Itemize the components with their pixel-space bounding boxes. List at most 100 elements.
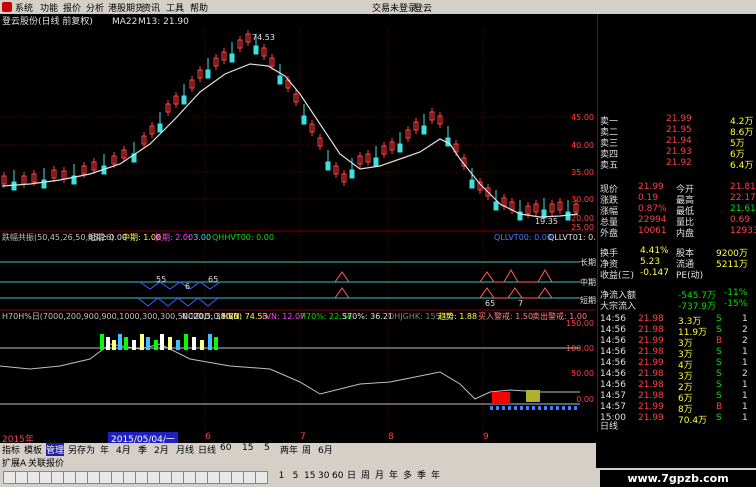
- ind2-signal-dot: [514, 406, 517, 410]
- date-axis-bar: 2015年 2015/05/04/一 6 7 8 9: [0, 432, 596, 445]
- tick-row: 14:57 21.99 8万 B 1: [598, 402, 756, 415]
- ind2-signal-dot: [502, 406, 505, 410]
- flow-percent: -15%: [724, 299, 748, 309]
- period-tab[interactable]: 5: [264, 443, 270, 453]
- tick-flag: B: [716, 336, 723, 346]
- fund-value: 5.23: [640, 257, 661, 267]
- tick-time: 14:57: [600, 402, 626, 412]
- period-tab[interactable]: 周: [302, 443, 311, 456]
- tick-flag: B: [716, 402, 723, 412]
- stat-value: 21.99: [638, 182, 664, 192]
- tick-row: 15:00 21.99 70.4万 S 1: [598, 413, 756, 426]
- toolbar-period-button[interactable]: 季: [416, 471, 427, 482]
- ind2-axis-50: 50.00: [571, 369, 594, 378]
- menu-item-system[interactable]: 系统: [15, 1, 33, 14]
- menu-item-quote[interactable]: 报价: [63, 1, 81, 14]
- period-tab[interactable]: 日线: [198, 443, 216, 456]
- tick-time: 14:56: [600, 325, 626, 335]
- menu-item-hk-futures[interactable]: 港股期货: [108, 1, 144, 14]
- toolbar-period-button[interactable]: 1: [276, 471, 287, 482]
- flow-row: 净流入额 -545.7万 -11%: [598, 288, 756, 301]
- quote-panel: 卖一 21.99 4.2万 卖二 21.95 8.6万 卖三 21.94 5万 卖四 21.93 6万…: [597, 14, 756, 432]
- menu-item-news[interactable]: 资讯: [142, 1, 160, 14]
- toolbar-period-button[interactable]: 60: [332, 471, 343, 482]
- ind2-bar: [184, 334, 188, 350]
- sell-row: 卖四 21.93 6万: [598, 147, 756, 160]
- candlesticks: [1, 30, 579, 221]
- date-month-9: 9: [483, 432, 489, 442]
- tick-count: 1: [742, 402, 748, 412]
- login-link[interactable]: 登云: [414, 1, 432, 14]
- period-tab[interactable]: 年: [100, 443, 109, 456]
- high-annotation: 74.53: [252, 33, 275, 42]
- fund-row: 换手 4.41% 股本 9200万: [598, 246, 756, 259]
- period-tab[interactable]: 60: [220, 443, 231, 453]
- kline-chart-area[interactable]: 登云股份(日线 前复权) MA22 M13: 21.90 45.00 40.00…: [0, 14, 606, 432]
- fund-label: 收益(三): [600, 271, 635, 281]
- ind2-bar: [176, 340, 180, 350]
- period-tab[interactable]: 另存为: [68, 443, 95, 456]
- sell-price: 21.93: [666, 147, 692, 157]
- period-tab[interactable]: 管理: [46, 443, 65, 456]
- flow-label: 大宗流入: [600, 302, 637, 312]
- period-tab[interactable]: 15: [242, 443, 253, 453]
- panel-tab-daily[interactable]: 日线: [600, 419, 618, 432]
- toolbar-period-button[interactable]: 多: [402, 471, 413, 482]
- toolbar-icon[interactable]: [255, 471, 268, 484]
- ind2-bar: [106, 337, 110, 350]
- toolbar-period-button[interactable]: 周: [360, 471, 371, 482]
- sell-row: 卖二 21.95 8.6万: [598, 125, 756, 138]
- sell-row: 卖五 21.92 6.4万: [598, 158, 756, 171]
- menu-item-analysis[interactable]: 分析: [86, 1, 104, 14]
- period-tab[interactable]: 4月: [116, 443, 131, 456]
- toolbar-period-button[interactable]: 月: [374, 471, 385, 482]
- toolbar-period-button[interactable]: 年: [388, 471, 399, 482]
- stock-title: 登云股份(日线 前复权): [2, 15, 93, 27]
- tick-flag: S: [716, 413, 722, 423]
- ind2-signal-dot: [544, 406, 547, 410]
- ind1-mark-6: 6: [185, 282, 190, 291]
- kline-chart-svg[interactable]: 登云股份(日线 前复权) MA22 M13: 21.90 45.00 40.00…: [0, 14, 606, 432]
- trade-login-status[interactable]: 交易未登录: [372, 1, 417, 14]
- ind2-bar: [154, 340, 158, 350]
- menu-item-function[interactable]: 功能: [40, 1, 58, 14]
- tick-price: 21.99: [638, 358, 664, 368]
- signal-red-box: [492, 392, 510, 404]
- period-tab[interactable]: 季: [138, 443, 147, 456]
- menu-item-tools[interactable]: 工具: [166, 1, 184, 14]
- tick-row: 14:56 21.98 11.9万 S 2: [598, 325, 756, 338]
- period-tab[interactable]: 6月: [318, 443, 333, 456]
- toolbar-period-button[interactable]: 年: [430, 471, 441, 482]
- ind2-bar: [208, 334, 212, 350]
- toolbar-period-button[interactable]: 15: [304, 471, 315, 482]
- sell-price: 21.99: [666, 114, 692, 124]
- extension-tabs: 扩展A 关联报价: [0, 456, 596, 469]
- ind2-bar: [192, 337, 196, 350]
- toolbar-period-button[interactable]: 30: [318, 471, 329, 482]
- tick-volume: 70.4万: [678, 416, 708, 426]
- ind2-axis-150: 150.00: [566, 319, 594, 328]
- ind2-bar: [146, 337, 150, 350]
- period-tab[interactable]: 模板: [24, 443, 42, 456]
- ind1-qll2: QLLVT01: 0.00: [548, 233, 596, 242]
- toolbar-period-button[interactable]: 5: [290, 471, 301, 482]
- period-tab[interactable]: 月线: [176, 443, 194, 456]
- period-tab[interactable]: 两年: [280, 443, 298, 456]
- tick-time: 14:56: [600, 314, 626, 324]
- ind2-axis-0: 0.00: [576, 395, 594, 404]
- tick-time: 14:56: [600, 358, 626, 368]
- fund-label-2: PE(动): [676, 271, 704, 281]
- ind2-signal-dot: [574, 406, 577, 410]
- price-axis-45: 45.00: [571, 113, 594, 122]
- ind2-signal-dot: [538, 406, 541, 410]
- tick-count: 2: [742, 325, 748, 335]
- menu-item-help[interactable]: 帮助: [190, 1, 208, 14]
- m13-label: M13: 21.90: [138, 17, 189, 27]
- tick-row: 14:56 21.98 2万 S 1: [598, 380, 756, 393]
- price-axis-30: 30.00: [571, 195, 594, 204]
- period-tab[interactable]: 指标: [2, 443, 20, 456]
- line-short-label: 短期: [580, 295, 596, 305]
- period-tab[interactable]: 2月: [154, 443, 169, 456]
- tick-row: 14:56 21.98 3万 S 2: [598, 369, 756, 382]
- toolbar-period-button[interactable]: 日: [346, 471, 357, 482]
